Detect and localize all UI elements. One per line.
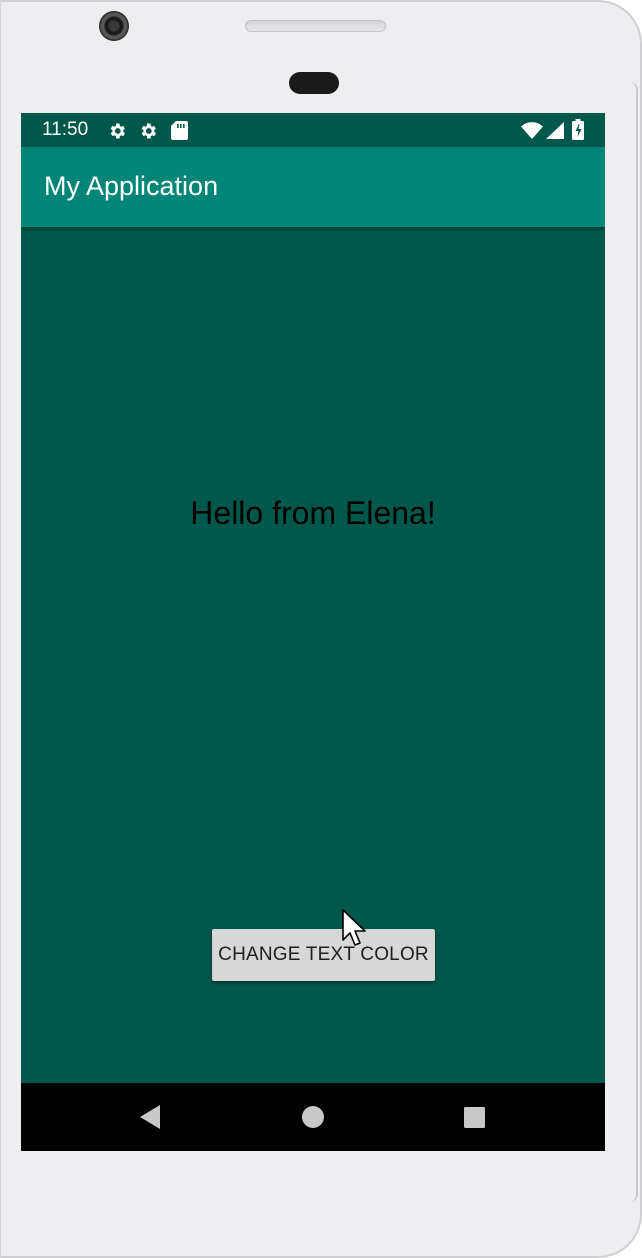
greeting-text: Hello from Elena!	[190, 495, 436, 531]
front-camera	[99, 11, 129, 41]
status-time: 11:50	[42, 119, 89, 140]
device-frame: 11:50 My Application Hello from Elena! C…	[0, 0, 642, 1258]
cell-signal-icon	[546, 122, 564, 139]
phone-screen: 11:50 My Application Hello from Elena! C…	[21, 113, 605, 1151]
speaker-grille	[245, 20, 386, 32]
wifi-icon	[521, 122, 543, 139]
change-text-color-button[interactable]: CHANGE TEXT COLOR	[212, 929, 435, 981]
mouse-cursor-icon	[342, 909, 366, 946]
back-icon[interactable]	[134, 1101, 166, 1133]
home-icon[interactable]	[297, 1101, 329, 1133]
battery-icon	[572, 119, 584, 140]
status-bar: 11:50	[21, 113, 605, 147]
app-bar: My Application	[21, 147, 605, 227]
navigation-bar	[21, 1083, 605, 1151]
app-title: My Application	[44, 171, 219, 201]
settings-gear-icon	[110, 123, 125, 139]
settings-gear-icon	[141, 123, 156, 139]
recents-icon[interactable]	[458, 1101, 490, 1133]
earpiece	[289, 72, 339, 94]
main-content: Hello from Elena! CHANGE TEXT COLOR	[21, 227, 605, 1083]
sd-card-icon	[171, 121, 188, 140]
